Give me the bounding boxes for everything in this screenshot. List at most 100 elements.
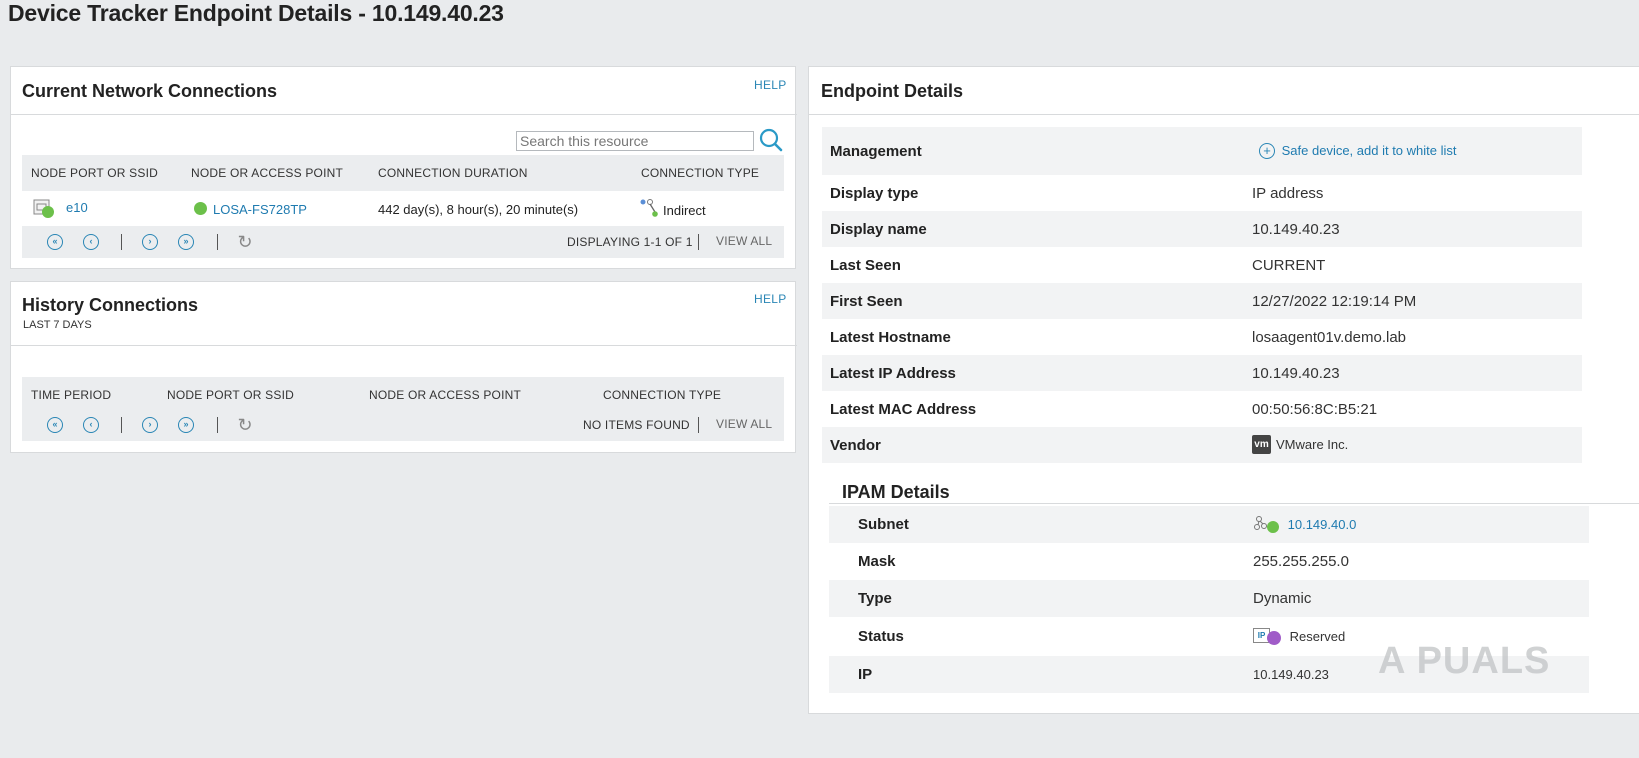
ipam-value: Dynamic [1253, 590, 1312, 607]
previous-page-button[interactable]: ‹ [83, 234, 99, 250]
pager-info: DISPLAYING 1-1 OF 1 [567, 235, 693, 249]
ip-address-link[interactable]: 10.149.40.23 [1252, 365, 1340, 382]
column-header-time-period[interactable]: TIME PERIOD [31, 388, 111, 402]
history-connections-divider [11, 345, 797, 346]
history-connections-table-header: TIME PERIOD NODE PORT OR SSID NODE OR AC… [22, 377, 784, 413]
connection-duration: 442 day(s), 8 hour(s), 20 minute(s) [378, 202, 579, 217]
detail-label: Display name [830, 221, 927, 238]
view-all-link[interactable]: VIEW ALL [716, 417, 772, 431]
detail-label: Latest Hostname [830, 329, 951, 346]
previous-page-button[interactable]: ‹ [83, 417, 99, 433]
first-page-button[interactable]: « [47, 234, 63, 250]
vendor-value: vm VMware Inc. [1252, 435, 1348, 454]
detail-value: IP address [1252, 185, 1324, 202]
ip-link[interactable]: 10.149.40.23 [1253, 667, 1329, 682]
column-header-connection-type[interactable]: CONNECTION TYPE [603, 388, 721, 402]
status-value: IP Reserved [1253, 626, 1345, 646]
hostname-link[interactable]: losaagent01v.demo.lab [1252, 329, 1406, 346]
next-page-button[interactable]: › [142, 417, 158, 433]
search-input[interactable] [516, 131, 754, 151]
current-connections-title: Current Network Connections [22, 81, 278, 101]
connection-type: Indirect [663, 203, 706, 218]
refresh-icon[interactable]: ↻ [235, 232, 255, 252]
endpoint-details-divider [809, 114, 1639, 115]
pager-separator [217, 417, 218, 433]
indirect-connection-icon [640, 199, 658, 217]
detail-row: Latest MAC Address 00:50:56:8C:B5:21 [822, 391, 1582, 427]
pager-info: NO ITEMS FOUND [583, 418, 690, 432]
subnet-value: 10.149.40.0 [1253, 514, 1356, 534]
pager-separator [121, 234, 122, 250]
node-status-dot [194, 202, 207, 215]
detail-label: Last Seen [830, 257, 901, 274]
add-to-whitelist-link[interactable]: Safe device, add it to white list [1282, 143, 1457, 158]
current-connections-table-header: NODE PORT OR SSID NODE OR ACCESS POINT C… [22, 155, 784, 191]
current-connections-help-link[interactable]: HELP [754, 78, 787, 92]
ipam-value: 255.255.255.0 [1253, 553, 1349, 570]
page-title: Device Tracker Endpoint Details - 10.149… [8, 0, 504, 26]
ipam-label: Subnet [858, 516, 909, 533]
detail-row: Latest IP Address 10.149.40.23 [822, 355, 1582, 391]
detail-value: CURRENT [1252, 257, 1326, 274]
detail-row: Display name 10.149.40.23 [822, 211, 1582, 247]
subnet-icon [1254, 516, 1279, 533]
refresh-icon[interactable]: ↻ [235, 415, 255, 435]
current-connections-pager: « ‹ › » ↻ DISPLAYING 1-1 OF 1 VIEW ALL [22, 226, 784, 258]
last-page-button[interactable]: » [178, 417, 194, 433]
management-label: Management [830, 143, 922, 160]
detail-row: Display type IP address [822, 175, 1582, 211]
ipam-details-divider [829, 503, 1639, 504]
detail-value: 12/27/2022 12:19:14 PM [1252, 293, 1417, 310]
ipam-row: Type Dynamic [829, 580, 1589, 617]
current-connections-divider [11, 114, 797, 115]
ipam-row: Mask 255.255.255.0 [829, 543, 1589, 580]
first-page-button[interactable]: « [47, 417, 63, 433]
detail-label: Latest IP Address [830, 365, 956, 382]
pager-separator [698, 234, 699, 250]
detail-label: First Seen [830, 293, 903, 310]
column-header-connection-type[interactable]: CONNECTION TYPE [641, 166, 759, 180]
status-text: Reserved [1289, 628, 1346, 644]
endpoint-details-panel: Endpoint Details Management + Safe devic… [808, 66, 1639, 714]
ipam-label: IP [858, 666, 873, 683]
column-header-node-port[interactable]: NODE PORT OR SSID [167, 388, 294, 402]
current-connections-panel: Current Network Connections HELP NODE PO… [10, 66, 797, 269]
history-connections-subtitle: LAST 7 DAYS [23, 319, 92, 331]
history-connections-pager: « ‹ › » ↻ NO ITEMS FOUND VIEW ALL [22, 409, 784, 441]
add-to-whitelist-action[interactable]: + Safe device, add it to white list [1259, 142, 1457, 159]
column-header-connection-duration[interactable]: CONNECTION DURATION [378, 166, 528, 180]
ipam-label: Type [858, 590, 892, 607]
next-page-button[interactable]: › [142, 234, 158, 250]
column-header-node-access-point[interactable]: NODE OR ACCESS POINT [369, 388, 521, 402]
vmware-icon: vm [1252, 435, 1271, 454]
ipam-details-title: IPAM Details [842, 482, 950, 502]
pager-separator [217, 234, 218, 250]
detail-row: First Seen 12/27/2022 12:19:14 PM [822, 283, 1582, 319]
subnet-link[interactable]: 10.149.40.0 [1288, 517, 1357, 532]
column-header-node-port[interactable]: NODE PORT OR SSID [31, 166, 158, 180]
endpoint-details-title: Endpoint Details [821, 81, 964, 101]
node-link[interactable]: LOSA-FS728TP [213, 202, 307, 217]
history-connections-help-link[interactable]: HELP [754, 292, 787, 306]
detail-label: Latest MAC Address [830, 401, 977, 418]
last-page-button[interactable]: » [178, 234, 194, 250]
appuals-watermark: A PUALS [1378, 640, 1551, 682]
table-row: e10 LOSA-FS728TP 442 day(s), 8 hour(s), … [22, 191, 784, 227]
detail-label: Display type [830, 185, 919, 202]
mac-address-link[interactable]: 00:50:56:8C:B5:21 [1252, 401, 1377, 418]
detail-row: Last Seen CURRENT [822, 247, 1582, 283]
history-connections-title: History Connections [22, 295, 199, 315]
detail-value: 10.149.40.23 [1252, 221, 1340, 238]
detail-row: Latest Hostname losaagent01v.demo.lab [822, 319, 1582, 355]
port-link[interactable]: e10 [66, 200, 88, 215]
detail-label: Vendor [830, 437, 881, 454]
history-connections-panel: History Connections LAST 7 DAYS HELP TIM… [10, 281, 797, 453]
ipam-label: Status [858, 628, 904, 645]
pager-separator [698, 417, 699, 433]
detail-row-management: Management + Safe device, add it to whit… [822, 127, 1582, 175]
detail-row: Vendor vm VMware Inc. [822, 427, 1582, 463]
column-header-node-access-point[interactable]: NODE OR ACCESS POINT [191, 166, 343, 180]
view-all-link[interactable]: VIEW ALL [716, 234, 772, 248]
ipam-row: Subnet 10.149.40.0 [829, 506, 1589, 543]
search-icon[interactable] [758, 127, 784, 153]
